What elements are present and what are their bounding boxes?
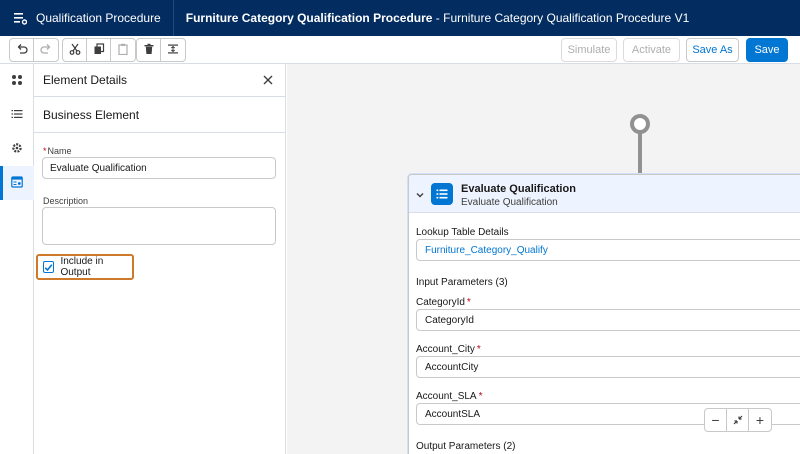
- zoom-out-button[interactable]: −: [705, 409, 727, 431]
- app-header: Qualification Procedure Furniture Catego…: [0, 0, 800, 36]
- start-node-icon[interactable]: [630, 114, 650, 134]
- param-label-text: Account_City: [416, 344, 475, 355]
- description-label: Description: [43, 196, 89, 206]
- card-title: Evaluate Qualification: [461, 183, 576, 195]
- card-header[interactable]: Evaluate Qualification Evaluate Qualific…: [409, 175, 800, 213]
- undo-icon: [16, 43, 28, 58]
- param-label-text: CategoryId: [416, 297, 465, 308]
- cut-button[interactable]: [63, 39, 87, 61]
- save-as-button[interactable]: Save As: [686, 38, 739, 62]
- flow-canvas[interactable]: Evaluate Qualification Evaluate Qualific…: [287, 64, 800, 454]
- include-in-output-checkbox[interactable]: Include in Output: [36, 254, 134, 280]
- name-field[interactable]: Evaluate Qualification: [42, 157, 276, 179]
- rail-item-outline[interactable]: [0, 98, 34, 132]
- app-name[interactable]: Qualification Procedure: [36, 11, 161, 25]
- param-label: Account_City *: [416, 344, 482, 355]
- clipboard-group: [62, 38, 136, 62]
- header-divider: [172, 0, 174, 36]
- required-marker: *: [466, 297, 471, 308]
- panel-title: Element Details: [43, 73, 128, 87]
- paste-button[interactable]: [111, 39, 135, 61]
- param-label: CategoryId *: [416, 297, 472, 308]
- panel-header: Element Details: [34, 64, 285, 97]
- delete-icon: [143, 43, 155, 58]
- align-icon: [167, 43, 179, 58]
- edit-group: [136, 38, 186, 62]
- lookup-label: Lookup Table Details: [416, 227, 509, 238]
- align-button[interactable]: [161, 39, 185, 61]
- lookup-table-field[interactable]: Furniture_Category_Qualify: [416, 239, 800, 261]
- save-button[interactable]: Save: [746, 38, 788, 62]
- param-field-category-id[interactable]: CategoryId: [416, 309, 800, 331]
- cut-icon: [69, 43, 81, 58]
- left-rail: [0, 64, 34, 454]
- paste-icon: [117, 43, 129, 58]
- include-in-output-label: Include in Output: [60, 256, 104, 278]
- list-icon: [11, 108, 23, 123]
- settings-icon: [11, 142, 23, 157]
- name-label: *Name: [43, 146, 72, 156]
- minus-icon: −: [711, 412, 720, 428]
- chevron-down-icon[interactable]: [415, 189, 425, 199]
- required-marker: *: [478, 391, 483, 402]
- copy-button[interactable]: [87, 39, 111, 61]
- elements-icon: [11, 74, 23, 89]
- section-heading: Business Element: [34, 97, 285, 133]
- fit-view-button[interactable]: [727, 409, 749, 431]
- plus-icon: +: [755, 412, 765, 428]
- delete-button[interactable]: [137, 39, 161, 61]
- business-element-icon: [431, 183, 453, 205]
- description-field[interactable]: [42, 207, 276, 245]
- collapse-icon: [733, 412, 743, 428]
- copy-icon: [93, 42, 105, 58]
- output-parameters-heading: Output Parameters (2): [416, 441, 516, 452]
- toolbar: Simulate Activate Save As Save: [0, 36, 800, 64]
- rail-item-elements[interactable]: [0, 64, 34, 98]
- zoom-controls: − +: [704, 408, 772, 432]
- param-label-text: Account_SLA: [416, 391, 477, 402]
- close-icon[interactable]: [261, 73, 275, 87]
- procedure-name: Furniture Category Qualification Procedu…: [185, 11, 433, 25]
- param-field-account-city[interactable]: AccountCity: [416, 356, 800, 378]
- input-parameters-heading: Input Parameters (3): [416, 277, 508, 288]
- activate-button[interactable]: Activate: [623, 38, 680, 62]
- flow-icon: [12, 10, 28, 26]
- simulate-button[interactable]: Simulate: [561, 38, 617, 62]
- required-marker: *: [43, 146, 47, 156]
- name-label-text: Name: [47, 146, 72, 156]
- page-title: Furniture Category Qualification Procedu…: [186, 11, 690, 25]
- procedure-version: - Furniture Category Qualification Proce…: [432, 11, 690, 25]
- rail-item-settings[interactable]: [0, 132, 34, 166]
- required-marker: *: [476, 344, 481, 355]
- redo-button[interactable]: [34, 39, 58, 61]
- undo-button[interactable]: [10, 39, 34, 61]
- zoom-in-button[interactable]: +: [749, 409, 771, 431]
- connector-line: [638, 133, 642, 175]
- checkbox-checked-icon[interactable]: [43, 261, 55, 273]
- undo-redo-group: [9, 38, 59, 62]
- rail-item-details[interactable]: [0, 166, 34, 200]
- param-label: Account_SLA *: [416, 391, 484, 402]
- redo-icon: [40, 43, 52, 58]
- card-subtitle: Evaluate Qualification: [461, 197, 558, 208]
- details-icon: [11, 175, 23, 191]
